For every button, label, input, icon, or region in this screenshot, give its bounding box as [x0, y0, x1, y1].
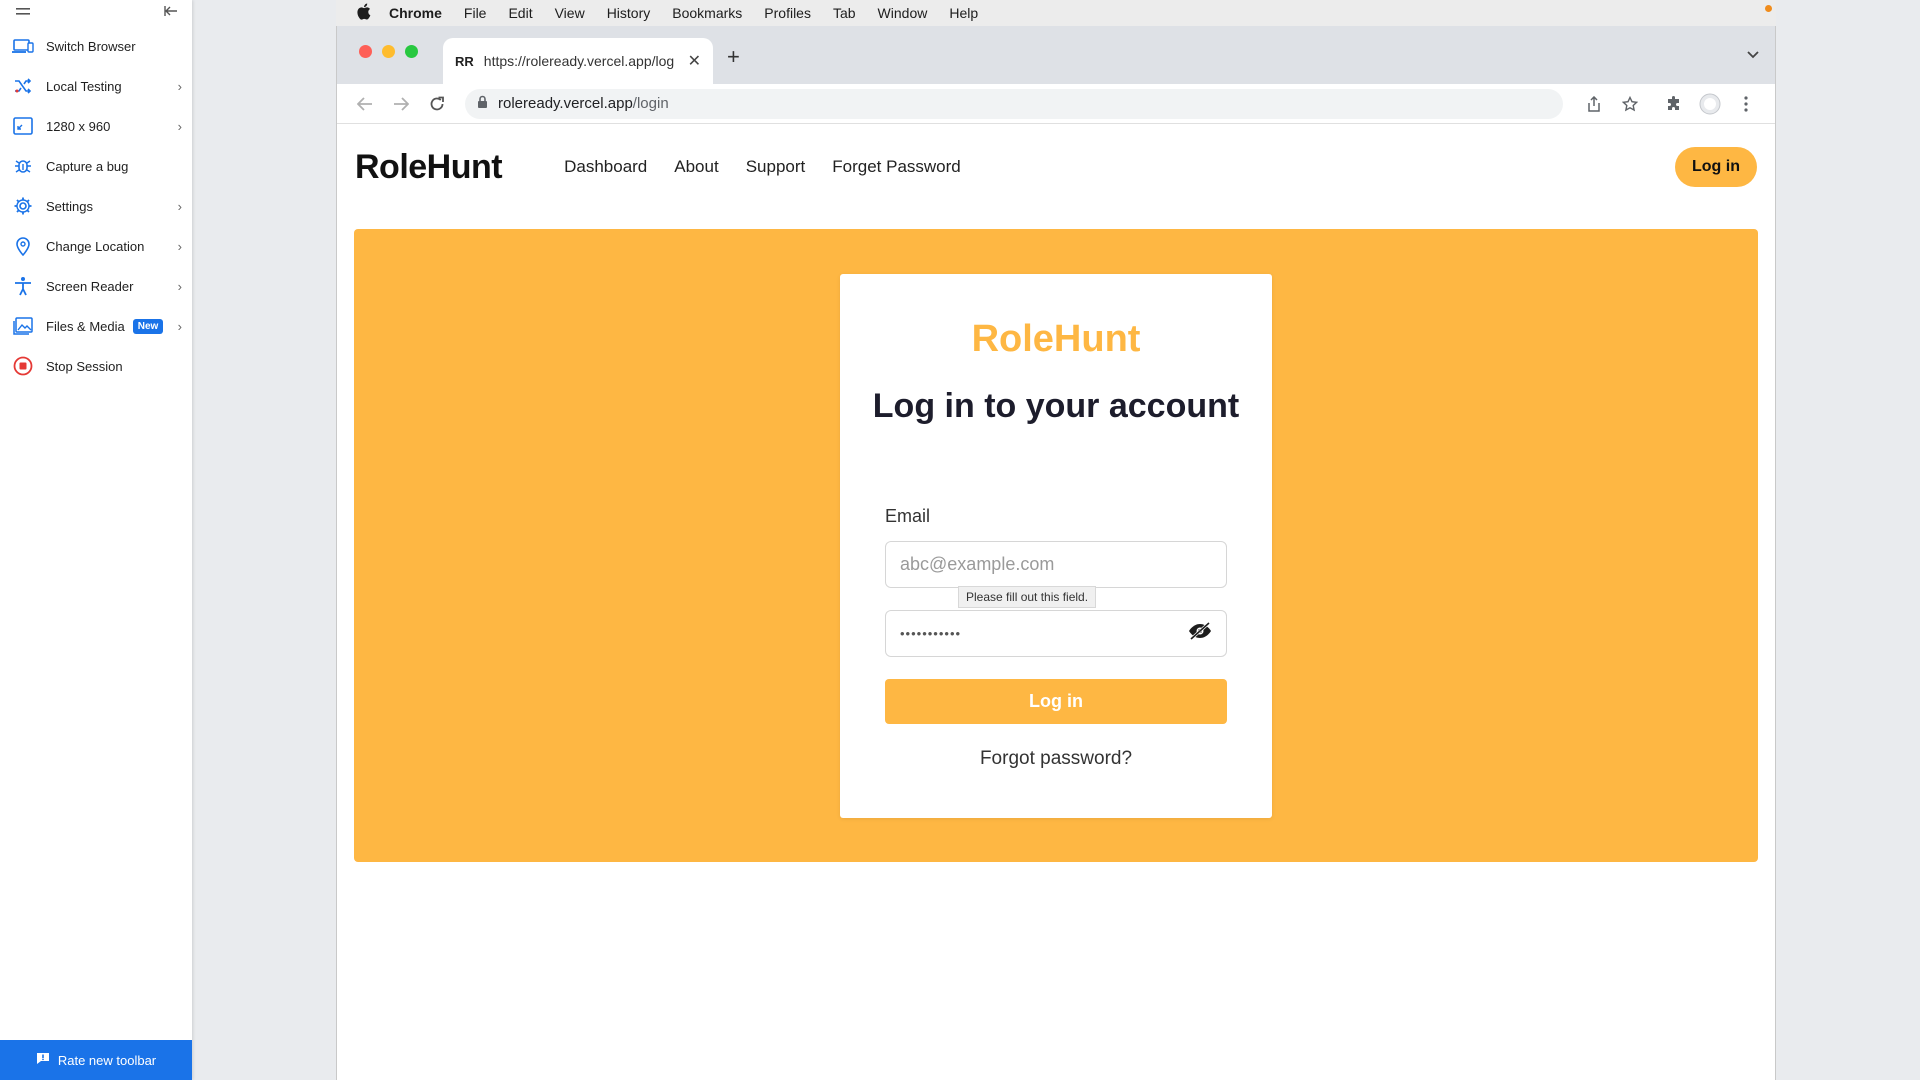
email-label: Email	[885, 506, 931, 526]
image-icon	[12, 315, 34, 337]
login-hero: RoleHunt Log in to your account Email Pl…	[354, 229, 1758, 862]
menu-view[interactable]: View	[555, 5, 585, 21]
chevron-right-icon: ›	[177, 78, 182, 94]
files-media-label: Files & Media	[46, 318, 125, 334]
chevron-right-icon: ›	[177, 238, 182, 254]
capture-bug-label: Capture a bug	[46, 158, 129, 174]
collapse-icon[interactable]	[164, 4, 178, 22]
chevron-right-icon: ›	[177, 198, 182, 214]
capture-bug-item[interactable]: Capture a bug	[0, 146, 192, 186]
menu-file[interactable]: File	[464, 5, 487, 21]
status-dot	[1765, 5, 1772, 12]
nav-support[interactable]: Support	[746, 157, 806, 177]
password-field[interactable]: •••••••••••	[885, 610, 1227, 657]
email-field[interactable]	[900, 554, 1212, 575]
tab-search-icon[interactable]	[1747, 46, 1759, 62]
rate-toolbar-button[interactable]: Rate new toolbar	[0, 1040, 192, 1080]
menu-bookmarks[interactable]: Bookmarks	[672, 5, 742, 21]
url-host: roleready.vercel.app	[498, 95, 633, 112]
switch-browser-item[interactable]: Switch Browser	[0, 26, 192, 66]
navigation-bar: roleready.vercel.app/login	[337, 84, 1775, 124]
location-pin-icon	[12, 235, 34, 257]
files-media-item[interactable]: Files & Media New ›	[0, 306, 192, 346]
screen-reader-item[interactable]: Screen Reader ›	[0, 266, 192, 306]
change-location-item[interactable]: Change Location ›	[0, 226, 192, 266]
new-tab-button[interactable]: +	[727, 44, 740, 70]
browser-menu-icon[interactable]	[1731, 89, 1761, 119]
gear-icon	[12, 195, 34, 217]
chevron-right-icon: ›	[177, 118, 182, 134]
menu-edit[interactable]: Edit	[508, 5, 532, 21]
login-card: RoleHunt Log in to your account Email Pl…	[840, 274, 1272, 818]
resolution-icon	[12, 115, 34, 137]
hamburger-icon[interactable]	[16, 4, 30, 22]
resolution-label: 1280 x 960	[46, 118, 111, 134]
chevron-right-icon: ›	[177, 318, 182, 334]
rate-toolbar-label: Rate new toolbar	[57, 1052, 157, 1068]
mac-menubar: Chrome File Edit View History Bookmarks …	[336, 0, 1776, 26]
profile-avatar-icon[interactable]	[1695, 89, 1725, 119]
settings-item[interactable]: Settings ›	[0, 186, 192, 226]
bug-icon	[12, 155, 34, 177]
resolution-item[interactable]: 1280 x 960 ›	[0, 106, 192, 146]
web-page: RoleHunt Dashboard About Support Forget …	[337, 124, 1775, 1080]
change-location-label: Change Location	[46, 238, 145, 254]
chevron-right-icon: ›	[177, 278, 182, 294]
email-field-wrapper	[885, 541, 1227, 588]
local-testing-label: Local Testing	[46, 78, 122, 94]
devices-icon	[12, 35, 34, 57]
eye-off-icon[interactable]	[1188, 621, 1212, 645]
minimize-window-button[interactable]	[382, 45, 395, 58]
close-tab-icon[interactable]: ✕	[688, 51, 701, 71]
settings-label: Settings	[46, 198, 93, 214]
nav-about[interactable]: About	[674, 157, 718, 177]
local-testing-item[interactable]: Local Testing ›	[0, 66, 192, 106]
toolbar-top	[0, 0, 192, 26]
site-logo[interactable]: RoleHunt	[355, 148, 503, 187]
browser-window: RR https://roleready.vercel.app/log ✕ + …	[336, 26, 1776, 1080]
login-button[interactable]: Log in	[885, 679, 1227, 724]
browser-tab[interactable]: RR https://roleready.vercel.app/log ✕	[443, 38, 713, 84]
menu-tab[interactable]: Tab	[833, 5, 856, 21]
maximize-window-button[interactable]	[405, 45, 418, 58]
nav-forget-password[interactable]: Forget Password	[832, 157, 961, 177]
stop-session-item[interactable]: Stop Session	[0, 346, 192, 386]
card-logo: RoleHunt	[971, 318, 1141, 360]
forgot-password-link[interactable]: Forgot password?	[840, 748, 1272, 770]
shuffle-icon	[12, 75, 34, 97]
tab-strip: RR https://roleready.vercel.app/log ✕ +	[337, 26, 1775, 84]
menu-history[interactable]: History	[607, 5, 651, 21]
switch-browser-label: Switch Browser	[46, 38, 136, 54]
side-toolbar: Switch Browser Local Testing › 1280 x 96…	[0, 0, 192, 1080]
stop-icon	[12, 355, 34, 377]
close-window-button[interactable]	[359, 45, 372, 58]
tab-title: https://roleready.vercel.app/log	[483, 53, 675, 69]
menu-profiles[interactable]: Profiles	[764, 5, 811, 21]
new-badge: New	[132, 318, 164, 334]
reload-button[interactable]	[423, 90, 451, 118]
url-path: /login	[632, 95, 669, 112]
feedback-icon	[36, 1052, 50, 1068]
nav-dashboard[interactable]: Dashboard	[564, 157, 647, 177]
site-header: RoleHunt Dashboard About Support Forget …	[337, 124, 1775, 210]
header-login-button[interactable]: Log in	[1675, 147, 1757, 187]
stop-session-label: Stop Session	[46, 358, 123, 374]
validation-tooltip: Please fill out this field.	[958, 586, 1097, 608]
tab-favicon: RR	[455, 53, 474, 69]
password-mask: •••••••••••	[900, 626, 962, 641]
bookmark-star-icon[interactable]	[1615, 89, 1645, 119]
menu-help[interactable]: Help	[949, 5, 978, 21]
screen-reader-label: Screen Reader	[46, 278, 134, 294]
back-button[interactable]	[351, 90, 379, 118]
extensions-icon[interactable]	[1659, 89, 1689, 119]
card-heading: Log in to your account	[872, 387, 1240, 425]
forward-button[interactable]	[387, 90, 415, 118]
share-icon[interactable]	[1579, 89, 1609, 119]
accessibility-icon	[12, 275, 34, 297]
menu-chrome[interactable]: Chrome	[389, 5, 442, 21]
address-bar[interactable]: roleready.vercel.app/login	[465, 88, 1563, 119]
menu-window[interactable]: Window	[878, 5, 928, 21]
apple-icon[interactable]	[356, 3, 371, 23]
lock-icon[interactable]	[477, 95, 488, 113]
